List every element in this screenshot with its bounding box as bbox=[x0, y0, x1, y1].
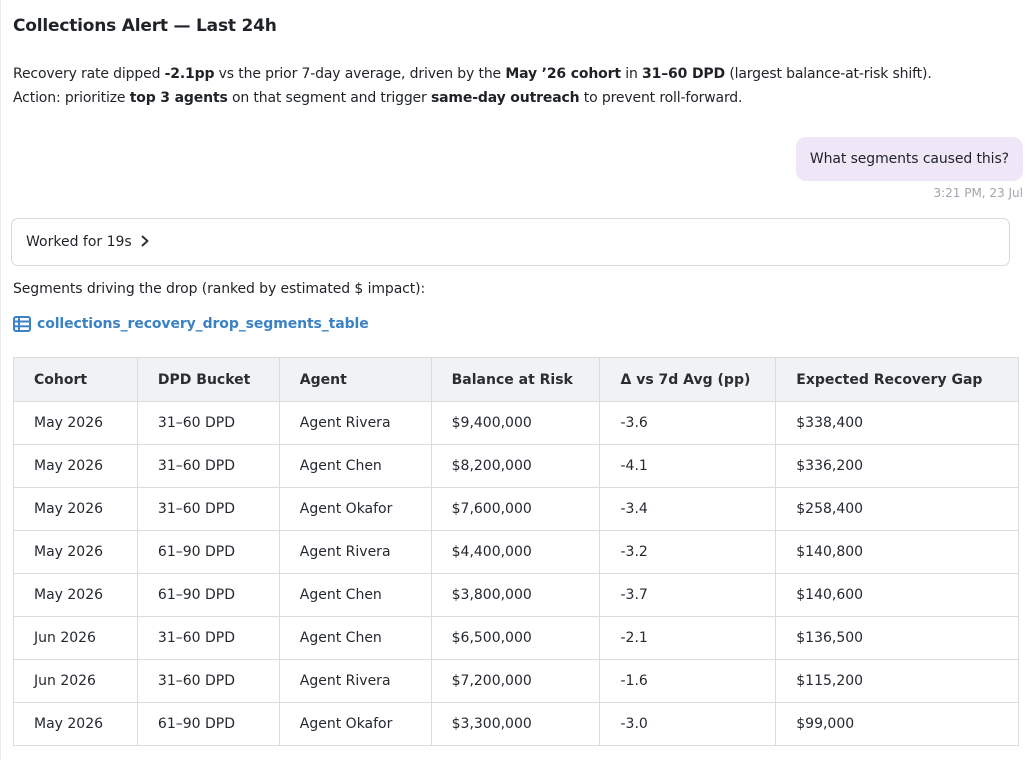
cell-agent: Agent Rivera bbox=[278, 401, 432, 445]
cell-dpd-bucket: 61–90 DPD bbox=[136, 702, 280, 746]
cell-balance-at-risk: $4,400,000 bbox=[430, 530, 601, 574]
cell-cohort: May 2026 bbox=[13, 487, 138, 531]
bold-agents: top 3 agents bbox=[129, 90, 228, 106]
cell-cohort: May 2026 bbox=[13, 530, 138, 574]
table-row: May 2026 31–60 DPD Agent Chen $8,200,000 -4.… bbox=[13, 444, 1019, 488]
cell-agent: Agent Rivera bbox=[278, 659, 432, 703]
cell-dpd-bucket: 31–60 DPD bbox=[136, 487, 280, 531]
cell-delta-vs-7d-avg: -3.6 bbox=[599, 401, 777, 445]
alert-summary-line-1: Recovery rate dipped -2.1pp vs the prior… bbox=[13, 62, 1028, 86]
table-row: May 2026 61–90 DPD Agent Chen $3,800,000 -3.… bbox=[13, 573, 1019, 617]
cell-balance-at-risk: $6,500,000 bbox=[430, 616, 601, 660]
cell-expected-recovery-gap: $115,200 bbox=[775, 659, 1019, 703]
segments-table: Cohort DPD Bucket Agent Balance at Risk … bbox=[13, 357, 1019, 746]
text-segment: Recovery rate dipped bbox=[13, 66, 165, 82]
text-segment: Action: prioritize bbox=[13, 90, 130, 106]
panel-left-border bbox=[0, 0, 1, 760]
cell-dpd-bucket: 61–90 DPD bbox=[136, 573, 280, 617]
cell-delta-vs-7d-avg: -4.1 bbox=[599, 444, 777, 488]
header-delta-vs-7d-avg: Δ vs 7d Avg (pp) bbox=[599, 357, 777, 402]
alert-summary-line-2: Action: prioritize top 3 agents on that … bbox=[13, 86, 1028, 110]
cell-balance-at-risk: $8,200,000 bbox=[430, 444, 601, 488]
header-cohort: Cohort bbox=[13, 357, 138, 402]
bold-cohort: May ’26 cohort bbox=[505, 66, 621, 82]
bold-metric: -2.1pp bbox=[164, 66, 215, 82]
cell-delta-vs-7d-avg: -3.4 bbox=[599, 487, 777, 531]
table-header-row: Cohort DPD Bucket Agent Balance at Risk … bbox=[13, 357, 1019, 402]
header-balance-at-risk: Balance at Risk bbox=[430, 357, 601, 402]
header-expected-recovery-gap: Expected Recovery Gap bbox=[775, 357, 1019, 402]
cell-balance-at-risk: $3,300,000 bbox=[430, 702, 601, 746]
cell-expected-recovery-gap: $136,500 bbox=[775, 616, 1019, 660]
cell-agent: Agent Chen bbox=[278, 616, 432, 660]
cell-delta-vs-7d-avg: -3.0 bbox=[599, 702, 777, 746]
cell-expected-recovery-gap: $140,600 bbox=[775, 573, 1019, 617]
table-row: Jun 2026 31–60 DPD Agent Rivera $7,200,000-… bbox=[13, 659, 1019, 703]
cell-delta-vs-7d-avg: -1.6 bbox=[599, 659, 777, 703]
cell-expected-recovery-gap: $99,000 bbox=[775, 702, 1019, 746]
text-segment: vs the prior 7-day average, driven by th… bbox=[214, 66, 506, 82]
cell-balance-at-risk: $3,800,000 bbox=[430, 573, 601, 617]
bold-outreach: same-day outreach bbox=[430, 90, 580, 106]
table-row: May 2026 61–90 DPD Agent Rivera $4,400,000-… bbox=[13, 530, 1019, 574]
cell-dpd-bucket: 31–60 DPD bbox=[136, 659, 280, 703]
table-row: May 2026 61–90 DPD Agent Okafor $3,300,000-… bbox=[13, 702, 1019, 746]
table-link-label: collections_recovery_drop_segments_table bbox=[37, 316, 369, 332]
message-timestamp: 3:21 PM, 23 Jul bbox=[933, 186, 1023, 200]
table-artifact-link[interactable]: collections_recovery_drop_segments_table bbox=[13, 316, 369, 332]
header-dpd-bucket: DPD Bucket bbox=[136, 357, 280, 402]
text-segment: (largest balance-at-risk shift). bbox=[725, 66, 932, 82]
cell-delta-vs-7d-avg: -3.7 bbox=[599, 573, 777, 617]
chevron-right-icon bbox=[140, 233, 150, 251]
cell-expected-recovery-gap: $338,400 bbox=[775, 401, 1019, 445]
cell-agent: Agent Rivera bbox=[278, 530, 432, 574]
cell-agent: Agent Chen bbox=[278, 444, 432, 488]
cell-expected-recovery-gap: $336,200 bbox=[775, 444, 1019, 488]
cell-dpd-bucket: 31–60 DPD bbox=[136, 444, 280, 488]
header-agent: Agent bbox=[278, 357, 432, 402]
text-segment: to prevent roll-forward. bbox=[579, 90, 743, 106]
cell-agent: Agent Okafor bbox=[278, 487, 432, 531]
worked-for-toggle[interactable]: Worked for 19s bbox=[11, 218, 1010, 266]
cell-agent: Agent Chen bbox=[278, 573, 432, 617]
cell-delta-vs-7d-avg: -3.2 bbox=[599, 530, 777, 574]
alert-summary: Recovery rate dipped -2.1pp vs the prior… bbox=[13, 62, 1028, 110]
table-row: May 2026 31–60 DPD Agent Okafor $7,600,000-… bbox=[13, 487, 1019, 531]
cell-cohort: Jun 2026 bbox=[13, 616, 138, 660]
cell-cohort: May 2026 bbox=[13, 573, 138, 617]
cell-balance-at-risk: $7,200,000 bbox=[430, 659, 601, 703]
cell-dpd-bucket: 61–90 DPD bbox=[136, 530, 280, 574]
cell-expected-recovery-gap: $258,400 bbox=[775, 487, 1019, 531]
cell-dpd-bucket: 31–60 DPD bbox=[136, 401, 280, 445]
table-row: May 2026 31–60 DPD Agent Rivera $9,400,000-… bbox=[13, 401, 1019, 445]
cell-cohort: May 2026 bbox=[13, 702, 138, 746]
cell-balance-at-risk: $9,400,000 bbox=[430, 401, 601, 445]
cell-agent: Agent Okafor bbox=[278, 702, 432, 746]
user-message-bubble: What segments caused this? bbox=[795, 137, 1023, 181]
cell-delta-vs-7d-avg: -2.1 bbox=[599, 616, 777, 660]
cell-balance-at-risk: $7,600,000 bbox=[430, 487, 601, 531]
cell-cohort: May 2026 bbox=[13, 444, 138, 488]
segments-intro: Segments driving the drop (ranked by est… bbox=[13, 281, 426, 297]
cell-cohort: Jun 2026 bbox=[13, 659, 138, 703]
cell-expected-recovery-gap: $140,800 bbox=[775, 530, 1019, 574]
table-icon bbox=[13, 316, 31, 332]
table-row: Jun 2026 31–60 DPD Agent Chen $6,500,000 -2.… bbox=[13, 616, 1019, 660]
worked-for-label: Worked for 19s bbox=[26, 234, 132, 250]
cell-cohort: May 2026 bbox=[13, 401, 138, 445]
cell-dpd-bucket: 31–60 DPD bbox=[136, 616, 280, 660]
text-segment: in bbox=[620, 66, 643, 82]
alert-title: Collections Alert — Last 24h bbox=[13, 16, 277, 36]
bold-bucket: 31–60 DPD bbox=[642, 66, 726, 82]
text-segment: on that segment and trigger bbox=[227, 90, 431, 106]
